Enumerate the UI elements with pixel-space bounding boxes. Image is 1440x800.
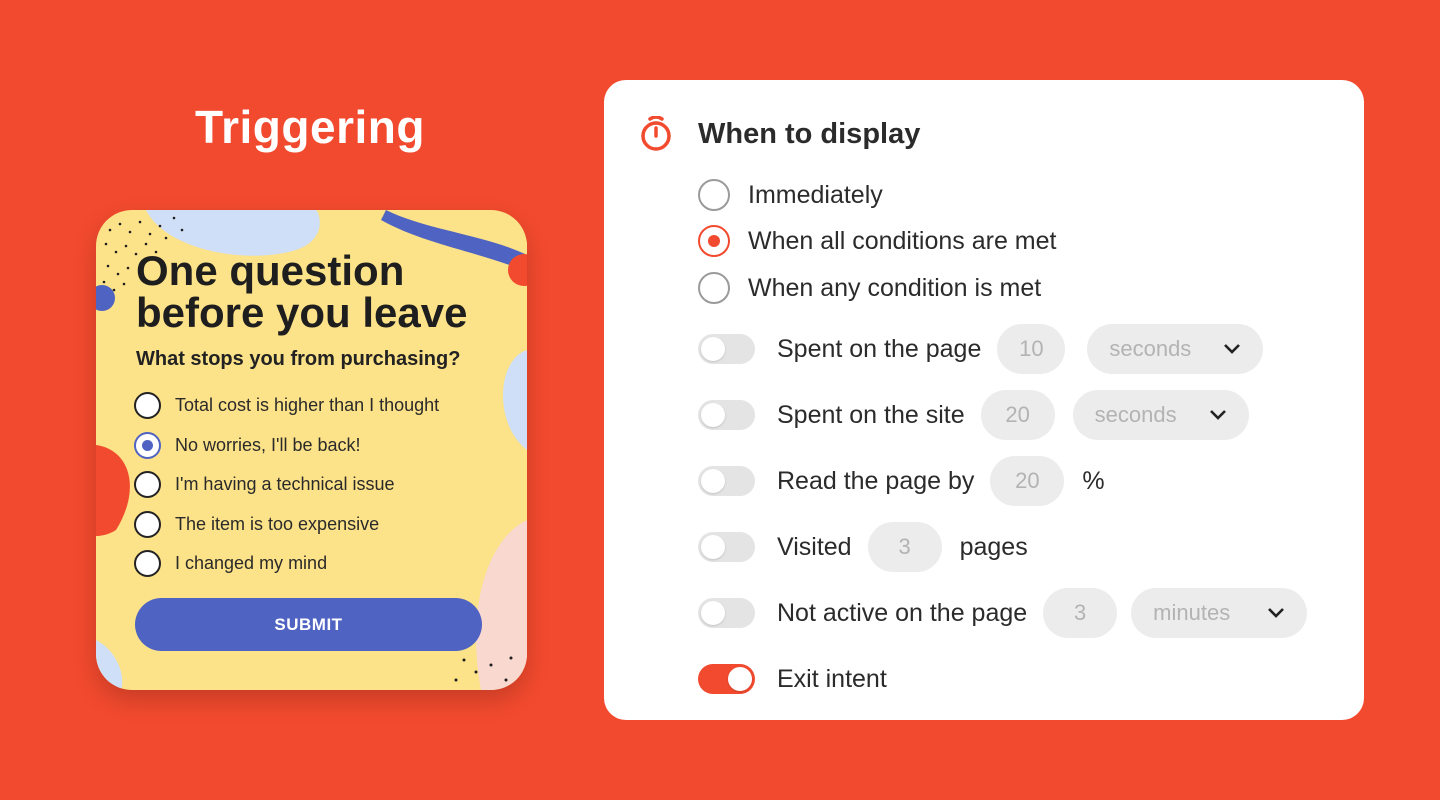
condition-label: Spent on the site bbox=[777, 400, 965, 429]
display-mode-all-conditions[interactable]: When all conditions are met bbox=[698, 224, 1056, 258]
radio-button[interactable] bbox=[134, 550, 161, 578]
seconds-value-input[interactable] bbox=[980, 390, 1055, 440]
condition-label: Exit intent bbox=[777, 664, 887, 693]
radio-button[interactable] bbox=[134, 471, 161, 499]
display-mode-label: When any condition is met bbox=[748, 273, 1042, 302]
unit-dropdown-value: seconds bbox=[1109, 336, 1192, 361]
condition-label: Not active on the page bbox=[777, 598, 1028, 627]
radio-button-selected[interactable] bbox=[134, 431, 161, 459]
radio-button[interactable] bbox=[134, 392, 161, 420]
survey-option[interactable]: I changed my mind bbox=[134, 544, 439, 584]
percent-value-input[interactable] bbox=[990, 456, 1065, 506]
chevron-down-icon bbox=[1209, 410, 1226, 420]
condition-toggle[interactable] bbox=[698, 400, 755, 430]
radio-button[interactable] bbox=[134, 510, 161, 538]
timer-icon bbox=[641, 116, 671, 151]
display-mode-immediately[interactable]: Immediately bbox=[698, 178, 883, 212]
condition-toggle-on[interactable] bbox=[698, 664, 755, 694]
unit-dropdown-value: seconds bbox=[1094, 402, 1177, 427]
survey-options: Total cost is higher than I thought No w… bbox=[134, 386, 439, 584]
radio-button-selected[interactable] bbox=[698, 225, 730, 257]
pages-suffix: pages bbox=[959, 532, 1028, 561]
survey-option[interactable]: Total cost is higher than I thought bbox=[134, 386, 439, 426]
display-mode-any-condition[interactable]: When any condition is met bbox=[698, 271, 1041, 305]
survey-option-label: I'm having a technical issue bbox=[175, 474, 395, 495]
unit-dropdown[interactable]: minutes bbox=[1131, 588, 1308, 638]
survey-option-label: Total cost is higher than I thought bbox=[175, 395, 440, 416]
percent-suffix: % bbox=[1082, 466, 1105, 495]
survey-title: One question before you leave bbox=[136, 247, 468, 336]
radio-button[interactable] bbox=[698, 179, 730, 211]
survey-option-label: The item is too expensive bbox=[175, 513, 380, 534]
condition-toggle[interactable] bbox=[698, 598, 755, 628]
condition-toggle[interactable] bbox=[698, 334, 755, 364]
condition-visited-pages: Visited pages bbox=[698, 521, 1028, 573]
display-settings-panel: When to display Immediately When all con… bbox=[604, 80, 1364, 720]
panel-title: When to display bbox=[698, 118, 921, 150]
page-heading: Triggering bbox=[195, 101, 425, 153]
condition-spent-on-page: Spent on the page seconds bbox=[698, 323, 1264, 375]
radio-button[interactable] bbox=[698, 272, 730, 304]
unit-dropdown-value: minutes bbox=[1153, 600, 1231, 625]
condition-label: Spent on the page bbox=[777, 334, 982, 363]
pages-value-input[interactable] bbox=[867, 522, 942, 572]
display-mode-label: Immediately bbox=[748, 180, 883, 209]
condition-label: Read the page by bbox=[777, 466, 975, 495]
seconds-value-input[interactable] bbox=[997, 324, 1066, 374]
chevron-down-icon bbox=[1224, 344, 1241, 354]
chevron-down-icon bbox=[1268, 608, 1285, 618]
submit-button[interactable]: SUBMIT bbox=[135, 598, 482, 651]
survey-card: One question before you leave What stops… bbox=[96, 210, 527, 690]
survey-option-label: I changed my mind bbox=[175, 553, 328, 574]
condition-exit-intent: Exit intent bbox=[698, 653, 887, 705]
survey-option-label: No worries, I'll be back! bbox=[175, 434, 361, 455]
condition-label: Visited bbox=[777, 532, 852, 561]
survey-option[interactable]: The item is too expensive bbox=[134, 505, 439, 545]
minutes-value-input[interactable] bbox=[1043, 588, 1118, 638]
survey-question: What stops you from purchasing? bbox=[136, 348, 461, 370]
unit-dropdown[interactable]: seconds bbox=[1087, 324, 1264, 374]
display-mode-label: When all conditions are met bbox=[748, 226, 1057, 255]
survey-option[interactable]: I'm having a technical issue bbox=[134, 465, 439, 505]
condition-toggle[interactable] bbox=[698, 466, 755, 496]
unit-dropdown[interactable]: seconds bbox=[1072, 390, 1249, 440]
condition-toggle[interactable] bbox=[698, 532, 755, 562]
survey-option[interactable]: No worries, I'll be back! bbox=[134, 426, 439, 466]
condition-spent-on-site: Spent on the site seconds bbox=[698, 389, 1249, 441]
condition-read-page: Read the page by % bbox=[698, 455, 1105, 507]
condition-not-active: Not active on the page minutes bbox=[698, 587, 1308, 639]
